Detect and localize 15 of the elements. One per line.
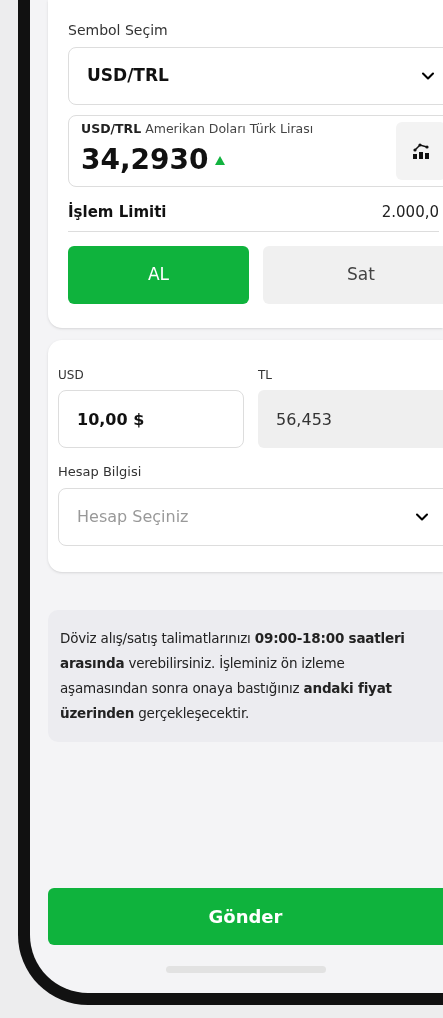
- info-text: Döviz alış/satış talimatlarınızı 09:00-18:00 saatleri arasında verebilirsiniz. İşleminiz ön izleme aşamasından sonra onaya bastığınız andaki fiyat üzerinden gerçekleşecektir.: [60, 629, 406, 723]
- field-label: Sembol Seçim: [68, 21, 169, 40]
- side-tab[interactable]: Sat: [263, 246, 443, 304]
- chart-icon: [412, 141, 430, 160]
- usd-amount-field[interactable]: 10,00 $: [58, 390, 244, 448]
- limit-label: İşlem Limiti: [68, 201, 167, 223]
- limit-value: 2.000,0: [381, 201, 439, 223]
- quote-price: 34,2930: [81, 142, 209, 178]
- tl-amount-field[interactable]: 56,453: [258, 390, 443, 448]
- field-label: USD: [58, 367, 85, 384]
- field-label: Hesap Bilgisi: [58, 463, 143, 481]
- field-label: TL: [258, 367, 273, 384]
- symbol-select[interactable]: USD/TRL: [68, 47, 443, 105]
- quote-title: USD/TRL Amerikan Doları Türk Lirası: [81, 120, 314, 139]
- chart-button[interactable]: [396, 121, 443, 180]
